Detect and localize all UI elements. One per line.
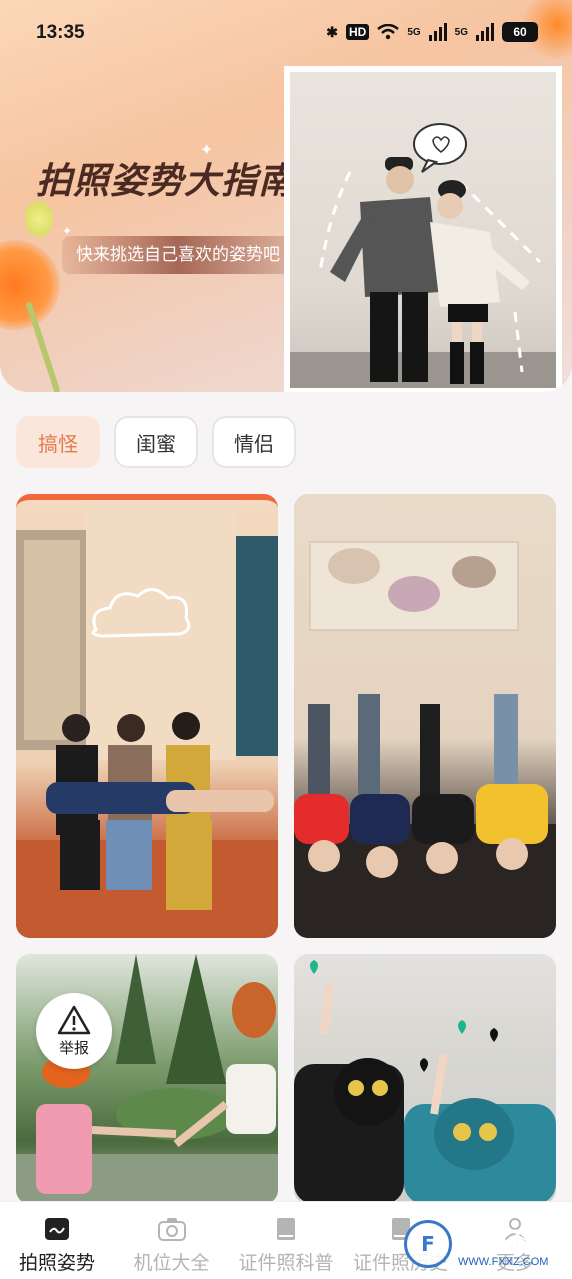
- banner-subtitle: 快来挑选自己喜欢的姿势吧: [62, 236, 294, 274]
- status-bar: 13:35 ✱ HD 5G 5G 60: [0, 0, 572, 66]
- nav-item-id-photo-science[interactable]: 证件照科普: [229, 1202, 343, 1279]
- pose-photo: [294, 541, 556, 938]
- tab-qinglv[interactable]: 情侣: [212, 416, 296, 468]
- nav-label: 机位大全: [133, 1252, 210, 1274]
- wifi-icon: [377, 24, 400, 40]
- hd-badge: HD: [345, 24, 370, 40]
- nav-label: 拍照姿势: [18, 1252, 95, 1274]
- camera-icon: [157, 1218, 186, 1241]
- banner-photo: [284, 66, 562, 392]
- nav-item-camera-position[interactable]: 机位大全: [115, 1202, 229, 1279]
- pose-icon: [45, 1218, 69, 1240]
- network-label: 5G: [407, 26, 421, 38]
- network-label: 5G: [454, 26, 468, 38]
- decor-bud: [25, 200, 53, 238]
- status-icons: ✱ HD 5G 5G 60: [326, 22, 538, 42]
- couple-photo-illustration: [290, 123, 556, 388]
- report-label: 举报: [58, 1038, 89, 1057]
- nav-label: 证件照科普: [238, 1252, 334, 1274]
- site-watermark: F 飞翔下载 WWW.FXXZ.COM: [404, 1214, 564, 1274]
- watermark-logo: F: [404, 1220, 452, 1268]
- signal-icon: [476, 23, 494, 41]
- app-screen: ✦ ✦ 拍照姿势大指南 快来挑选自己喜欢的姿势吧 13:35 ✱ HD 5G 5…: [0, 0, 572, 1279]
- watermark-url: WWW.FXXZ.COM: [458, 1255, 549, 1268]
- pose-card[interactable]: [294, 954, 556, 1204]
- tab-guimi[interactable]: 闺蜜: [114, 416, 198, 468]
- signal-icon: [428, 23, 447, 41]
- pose-card[interactable]: [16, 494, 278, 938]
- pose-photo: [16, 954, 278, 1204]
- bluetooth-icon: ✱: [326, 23, 338, 40]
- pose-photo: [16, 500, 278, 938]
- nav-item-pose[interactable]: 拍照姿势: [0, 1202, 114, 1279]
- category-tabs: 搞怪 闺蜜 情侣: [16, 416, 296, 468]
- pose-card[interactable]: [16, 954, 278, 1204]
- banner-title: 拍照姿势大指南: [36, 160, 296, 202]
- watermark-text: 飞翔下载: [458, 1226, 555, 1255]
- battery-icon: 60: [502, 22, 538, 42]
- warning-icon: [57, 1005, 91, 1034]
- pose-photo: [294, 960, 556, 1204]
- report-button[interactable]: 举报: [36, 993, 112, 1069]
- pose-card[interactable]: [294, 494, 556, 938]
- book-icon: [277, 1218, 295, 1240]
- tab-gaoguai[interactable]: 搞怪: [16, 416, 100, 468]
- status-time: 13:35: [36, 22, 85, 43]
